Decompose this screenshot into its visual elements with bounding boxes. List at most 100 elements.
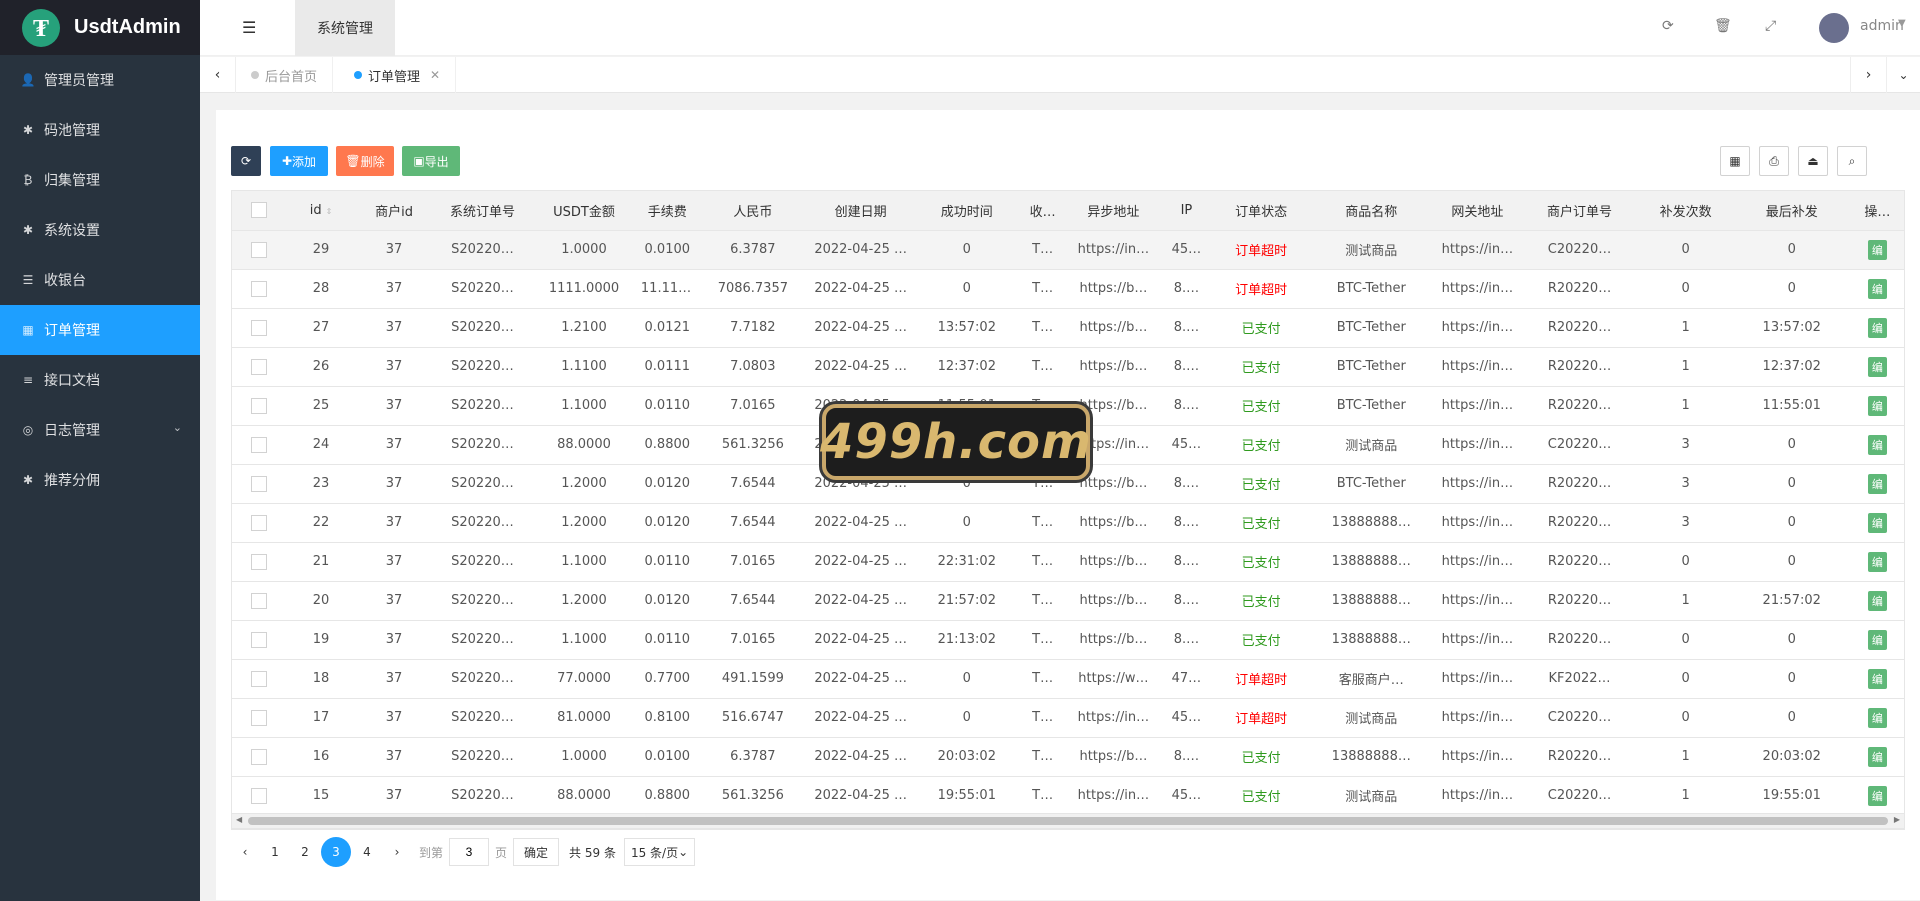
scrollbar-thumb[interactable] bbox=[248, 817, 1888, 825]
row-checkbox[interactable] bbox=[251, 436, 268, 453]
sidebar-item[interactable]: ✱ 码池管理 bbox=[0, 105, 200, 155]
column-header[interactable]: 商户订单号 bbox=[1522, 191, 1637, 231]
row-checkbox[interactable] bbox=[251, 241, 268, 258]
confirm-button[interactable]: 确定 bbox=[513, 838, 560, 866]
column-header[interactable]: 系统订单号 bbox=[432, 191, 533, 231]
row-checkbox[interactable] bbox=[251, 397, 268, 414]
page-number[interactable]: 1 bbox=[261, 838, 289, 866]
row-checkbox[interactable] bbox=[251, 631, 268, 648]
table-row[interactable]: 27 37 S20220… 1.2100 0.0121 7.7182 2022-04-25 … bbox=[232, 308, 1904, 348]
edit-button[interactable]: 编 bbox=[1867, 395, 1887, 416]
refresh-button[interactable]: ⟳ bbox=[231, 146, 261, 176]
avatar[interactable] bbox=[1819, 13, 1849, 43]
row-checkbox[interactable] bbox=[251, 592, 268, 609]
column-header[interactable]: 商户id bbox=[355, 191, 433, 231]
edit-button[interactable]: 编 bbox=[1867, 356, 1887, 377]
search-icon[interactable]: ⌕ bbox=[1837, 146, 1867, 176]
row-checkbox[interactable] bbox=[251, 748, 268, 765]
logo[interactable]: ₮ UsdtAdmin bbox=[0, 0, 200, 55]
table-row[interactable]: 26 37 S20220… 1.1100 0.0111 7.0803 2022-04-25 … bbox=[232, 347, 1904, 387]
scroll-right-icon[interactable]: ▶ bbox=[1894, 815, 1900, 824]
column-header[interactable]: id ⇕ bbox=[286, 191, 356, 231]
row-checkbox[interactable] bbox=[251, 475, 268, 492]
export-button[interactable]: ▣ 导出 bbox=[402, 146, 460, 176]
edit-button[interactable]: 编 bbox=[1867, 239, 1887, 260]
sidebar-item[interactable]: ◎ 日志管理 ⌄ bbox=[0, 405, 200, 455]
page-number[interactable]: 3 bbox=[321, 837, 351, 867]
column-header[interactable]: 收… bbox=[1019, 191, 1067, 231]
edit-button[interactable]: 编 bbox=[1867, 785, 1887, 806]
edit-button[interactable]: 编 bbox=[1867, 317, 1887, 338]
column-header[interactable]: 补发次数 bbox=[1636, 191, 1735, 231]
fullscreen-icon[interactable]: ⤢ bbox=[1765, 18, 1776, 34]
goto-page-input[interactable] bbox=[449, 838, 490, 866]
row-checkbox[interactable] bbox=[251, 709, 268, 726]
column-header[interactable]: 人民币 bbox=[698, 191, 808, 231]
export-icon[interactable]: ⏏ bbox=[1798, 146, 1828, 176]
chevron-down-icon[interactable]: ⌄ bbox=[1886, 57, 1920, 93]
sidebar-item[interactable]: ₿ 归集管理 bbox=[0, 155, 200, 205]
column-header[interactable]: 手续费 bbox=[635, 191, 699, 231]
edit-button[interactable]: 编 bbox=[1867, 746, 1887, 767]
tabs-prev-icon[interactable]: ‹ bbox=[200, 57, 236, 93]
trash-icon[interactable]: 🗑 bbox=[1714, 18, 1732, 34]
column-header[interactable]: 创建日期 bbox=[807, 191, 915, 231]
table-row[interactable]: 21 37 S20220… 1.1000 0.0110 7.0165 2022-04-25 … bbox=[232, 542, 1904, 582]
tab-home[interactable]: 后台首页 bbox=[236, 57, 334, 93]
edit-button[interactable]: 编 bbox=[1867, 473, 1887, 494]
table-row[interactable]: 16 37 S20220… 1.0000 0.0100 6.3787 2022-04-25 … bbox=[232, 737, 1904, 777]
sidebar-item[interactable]: ☰ 收银台 bbox=[0, 255, 200, 305]
column-header[interactable]: 商品名称 bbox=[1310, 191, 1433, 231]
delete-button[interactable]: 🗑 删除 bbox=[336, 146, 394, 176]
edit-button[interactable]: 编 bbox=[1867, 707, 1887, 728]
header-section-tab[interactable]: 系统管理 bbox=[295, 0, 395, 56]
select-all-checkbox[interactable] bbox=[251, 202, 268, 219]
row-checkbox[interactable] bbox=[251, 553, 268, 570]
columns-icon[interactable]: ▦ bbox=[1720, 146, 1750, 176]
sidebar-item[interactable]: ≡ 接口文档 bbox=[0, 355, 200, 405]
menu-toggle-icon[interactable]: ☰ bbox=[242, 18, 256, 37]
add-button[interactable]: ✚ 添加 bbox=[270, 146, 328, 176]
table-row[interactable]: 19 37 S20220… 1.1000 0.0110 7.0165 2022-04-25 … bbox=[232, 620, 1904, 660]
row-checkbox[interactable] bbox=[251, 670, 268, 687]
table-row[interactable]: 29 37 S20220… 1.0000 0.0100 6.3787 2022-04-25 … bbox=[232, 230, 1904, 270]
edit-button[interactable]: 编 bbox=[1867, 629, 1887, 650]
caret-down-icon[interactable]: ▼ bbox=[1898, 18, 1906, 29]
column-header[interactable]: 操… bbox=[1848, 191, 1904, 231]
row-checkbox[interactable] bbox=[251, 280, 268, 297]
row-checkbox[interactable] bbox=[251, 319, 268, 336]
page-size-select[interactable]: 15 条/页 ⌄ bbox=[623, 838, 696, 866]
sidebar-item[interactable]: ✱ 系统设置 bbox=[0, 205, 200, 255]
row-checkbox[interactable] bbox=[251, 358, 268, 375]
row-checkbox[interactable] bbox=[251, 787, 268, 804]
column-header[interactable]: IP bbox=[1160, 191, 1213, 231]
next-page-icon[interactable]: › bbox=[383, 838, 411, 866]
sort-icon[interactable]: ⇕ bbox=[326, 207, 333, 216]
sidebar-item[interactable]: ▦ 订单管理 bbox=[0, 305, 200, 355]
edit-button[interactable]: 编 bbox=[1867, 590, 1887, 611]
table-row[interactable]: 17 37 S20220… 81.0000 0.8100 516.6747 2022-04-… bbox=[232, 698, 1904, 738]
close-icon[interactable]: ✕ bbox=[430, 68, 440, 82]
table-row[interactable]: 28 37 S20220… 1111.0000 11.1100 7086.7357 2022… bbox=[232, 269, 1904, 309]
edit-button[interactable]: 编 bbox=[1867, 551, 1887, 572]
column-header[interactable]: 网关地址 bbox=[1432, 191, 1523, 231]
column-header[interactable]: USDT金额 bbox=[532, 191, 636, 231]
column-header[interactable]: 订单状态 bbox=[1212, 191, 1311, 231]
edit-button[interactable]: 编 bbox=[1867, 668, 1887, 689]
scroll-left-icon[interactable]: ◀ bbox=[236, 815, 242, 824]
tabs-next-icon[interactable]: › bbox=[1850, 57, 1886, 93]
edit-button[interactable]: 编 bbox=[1867, 512, 1887, 533]
table-row[interactable]: 20 37 S20220… 1.2000 0.0120 7.6544 2022-04-25 … bbox=[232, 581, 1904, 621]
prev-page-icon[interactable]: ‹ bbox=[231, 838, 259, 866]
row-checkbox[interactable] bbox=[251, 514, 268, 531]
sidebar-item[interactable]: 👤 管理员管理 bbox=[0, 55, 200, 105]
tab-orders[interactable]: 订单管理 ✕ bbox=[339, 57, 457, 93]
table-row[interactable]: 22 37 S20220… 1.2000 0.0120 7.6544 2022-04-25 … bbox=[232, 503, 1904, 543]
table-row[interactable]: 15 37 S20220… 88.0000 0.8800 561.3256 2022-04-… bbox=[232, 776, 1904, 816]
page-number[interactable]: 2 bbox=[291, 838, 319, 866]
column-header[interactable]: 最后补发 bbox=[1734, 191, 1849, 231]
horizontal-scrollbar[interactable]: ◀ ▶ bbox=[231, 813, 1905, 829]
column-header[interactable]: 异步地址 bbox=[1066, 191, 1161, 231]
column-header[interactable]: 成功时间 bbox=[914, 191, 1020, 231]
page-number[interactable]: 4 bbox=[353, 838, 381, 866]
